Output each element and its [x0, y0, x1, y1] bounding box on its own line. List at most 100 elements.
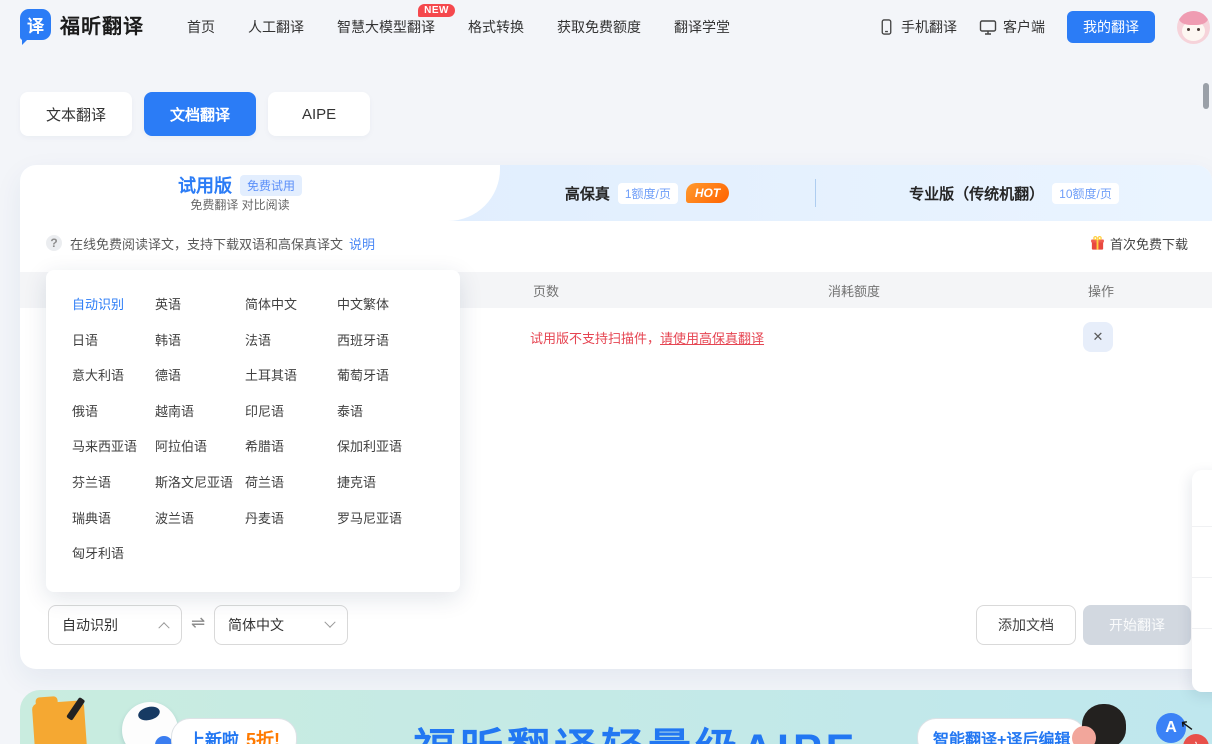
tab-aipe[interactable]: AIPE: [268, 92, 370, 136]
scan-warning: 试用版不支持扫描件，请使用高保真翻译: [530, 328, 764, 347]
person-illustration: [1068, 698, 1148, 744]
language-option[interactable]: 希腊语: [245, 438, 337, 474]
dismiss-button[interactable]: ✕: [1083, 322, 1113, 352]
tab-document-translate[interactable]: 文档翻译: [144, 92, 256, 136]
scrollbar-thumb[interactable]: [1203, 83, 1209, 109]
professional-price-badge: 10额度/页: [1052, 183, 1119, 204]
nav-item-translation-academy[interactable]: 翻译学堂: [674, 17, 730, 37]
trial-subtitle: 免费翻译 对比阅读: [20, 196, 460, 213]
language-option[interactable]: 简体中文: [245, 296, 337, 332]
chevron-down-icon: [324, 617, 335, 628]
language-option[interactable]: 韩语: [155, 332, 245, 368]
avatar-eye: [1197, 28, 1200, 31]
language-option[interactable]: 保加利亚语: [337, 438, 457, 474]
nav-item-home[interactable]: 首页: [187, 17, 215, 37]
language-option[interactable]: 捷克语: [337, 474, 457, 510]
main-nav: 首页 人工翻译 智慧大模型翻译NEW 格式转换 获取免费额度 翻译学堂: [187, 0, 730, 54]
nav-item-free-credits[interactable]: 获取免费额度: [557, 17, 641, 37]
language-option[interactable]: 英语: [155, 296, 245, 332]
high-fidelity-title: 高保真: [565, 183, 610, 204]
avatar[interactable]: [1177, 11, 1210, 44]
source-language-select[interactable]: 自动识别: [48, 605, 182, 645]
language-option[interactable]: 德语: [155, 367, 245, 403]
person-face: [1072, 726, 1096, 744]
notice-link[interactable]: 说明: [349, 234, 375, 253]
language-dropdown-panel: 自动识别英语简体中文中文繁体日语韩语法语西班牙语意大利语德语土耳其语葡萄牙语俄语…: [46, 270, 460, 592]
feature-badge: 智能翻译+译后编辑: [917, 718, 1086, 744]
language-option[interactable]: 中文繁体: [337, 296, 457, 332]
start-translate-button[interactable]: 开始翻译: [1083, 605, 1191, 645]
language-option[interactable]: 波兰语: [155, 510, 245, 546]
desktop-client-entry[interactable]: 客户端: [979, 17, 1045, 37]
nav-item-ai-model-translation[interactable]: 智慧大模型翻译NEW: [337, 17, 435, 37]
floating-side-widget: 反馈?问题客服下载: [1192, 470, 1212, 692]
add-document-button[interactable]: 添加文档: [976, 605, 1076, 645]
header-right: 手机翻译 客户端 我的翻译: [878, 0, 1210, 54]
nav-item-format-conversion[interactable]: 格式转换: [468, 17, 524, 37]
notice-bar: ? 在线免费阅读译文，支持下载双语和高保真译文 说明 首次免费下载: [20, 221, 1212, 265]
language-option[interactable]: 土耳其语: [245, 367, 337, 403]
brand-logo[interactable]: 译 福昕翻译: [20, 9, 144, 40]
robot-mascot: [122, 702, 178, 744]
language-option[interactable]: 泰语: [337, 403, 457, 439]
sidebar-item-download[interactable]: 下载: [1192, 628, 1212, 679]
language-option[interactable]: 自动识别: [72, 296, 155, 332]
folder-illustration: [32, 700, 88, 744]
language-option[interactable]: 越南语: [155, 403, 245, 439]
avatar-hat: [1179, 11, 1208, 25]
monitor-icon: [979, 18, 997, 36]
gift-icon: [1090, 235, 1105, 251]
help-icon[interactable]: ?: [46, 235, 62, 251]
promo-prefix: 上新啦: [188, 726, 239, 744]
mobile-translate-entry[interactable]: 手机翻译: [878, 17, 957, 37]
language-option[interactable]: 马来西亚语: [72, 438, 155, 474]
header: 译 福昕翻译 首页 人工翻译 智慧大模型翻译NEW 格式转换 获取免费额度 翻译学堂 手机…: [0, 0, 1212, 54]
first-free-download[interactable]: 首次免费下载: [1090, 234, 1188, 253]
desktop-client-label: 客户端: [1003, 17, 1045, 37]
plan-selector: 试用版 免费试用 免费翻译 对比阅读 高保真 1额度/页 HOT 专业版（传统机…: [20, 165, 1212, 221]
column-header-credits-used: 消耗额度: [828, 272, 880, 308]
phone-icon: [878, 18, 895, 36]
mobile-translate-label: 手机翻译: [901, 17, 957, 37]
language-option[interactable]: 匈牙利语: [72, 545, 155, 581]
language-option[interactable]: 芬兰语: [72, 474, 155, 510]
notice-text: 在线免费阅读译文，支持下载双语和高保真译文: [70, 234, 343, 253]
my-translation-button[interactable]: 我的翻译: [1067, 11, 1155, 43]
nav-item-human-translation[interactable]: 人工翻译: [248, 17, 304, 37]
language-option[interactable]: 俄语: [72, 403, 155, 439]
trial-free-badge: 免费试用: [240, 175, 302, 196]
language-option[interactable]: 法语: [245, 332, 337, 368]
high-fidelity-price-badge: 1额度/页: [618, 183, 678, 204]
sidebar-item-faq[interactable]: ?问题: [1192, 526, 1212, 577]
promo-banner[interactable]: 上新啦 5折! 福昕翻译轻量级AIPE 智能翻译+译后编辑 A ↖ 文: [20, 690, 1212, 744]
language-option[interactable]: 葡萄牙语: [337, 367, 457, 403]
language-option[interactable]: 意大利语: [72, 367, 155, 403]
sidebar-item-customer-service[interactable]: 客服: [1192, 577, 1212, 628]
source-language-value: 自动识别: [62, 615, 118, 635]
language-option[interactable]: 日语: [72, 332, 155, 368]
new-badge: NEW: [418, 4, 455, 17]
swap-languages-icon[interactable]: ⇌: [186, 613, 210, 633]
language-option[interactable]: 荷兰语: [245, 474, 337, 510]
avatar-eye: [1187, 28, 1190, 31]
column-header-actions: 操作: [1088, 272, 1114, 308]
chevron-up-icon: [158, 622, 169, 633]
language-option[interactable]: 阿拉伯语: [155, 438, 245, 474]
language-option[interactable]: 罗马尼亚语: [337, 510, 457, 546]
language-option[interactable]: 西班牙语: [337, 332, 457, 368]
language-option[interactable]: 瑞典语: [72, 510, 155, 546]
plan-tab-high-fidelity[interactable]: 高保真 1额度/页 HOT: [482, 165, 812, 221]
language-option[interactable]: 丹麦语: [245, 510, 337, 546]
language-option[interactable]: 斯洛文尼亚语: [155, 474, 245, 510]
trial-title: 试用版: [178, 172, 232, 198]
plan-tab-professional[interactable]: 专业版（传统机翻） 10额度/页: [816, 165, 1212, 221]
promo-badge: 上新啦 5折!: [171, 718, 297, 744]
plan-tab-trial[interactable]: 试用版 免费试用 免费翻译 对比阅读: [20, 165, 500, 221]
close-icon: ✕: [1093, 329, 1104, 345]
sidebar-item-feedback[interactable]: 反馈: [1192, 475, 1212, 526]
target-language-select[interactable]: 简体中文: [214, 605, 348, 645]
translate-controls: 自动识别 ⇌ 简体中文 添加文档 开始翻译: [20, 605, 1212, 645]
tab-text-translate[interactable]: 文本翻译: [20, 92, 132, 136]
warning-link[interactable]: 请使用高保真翻译: [660, 331, 764, 346]
language-option[interactable]: 印尼语: [245, 403, 337, 439]
